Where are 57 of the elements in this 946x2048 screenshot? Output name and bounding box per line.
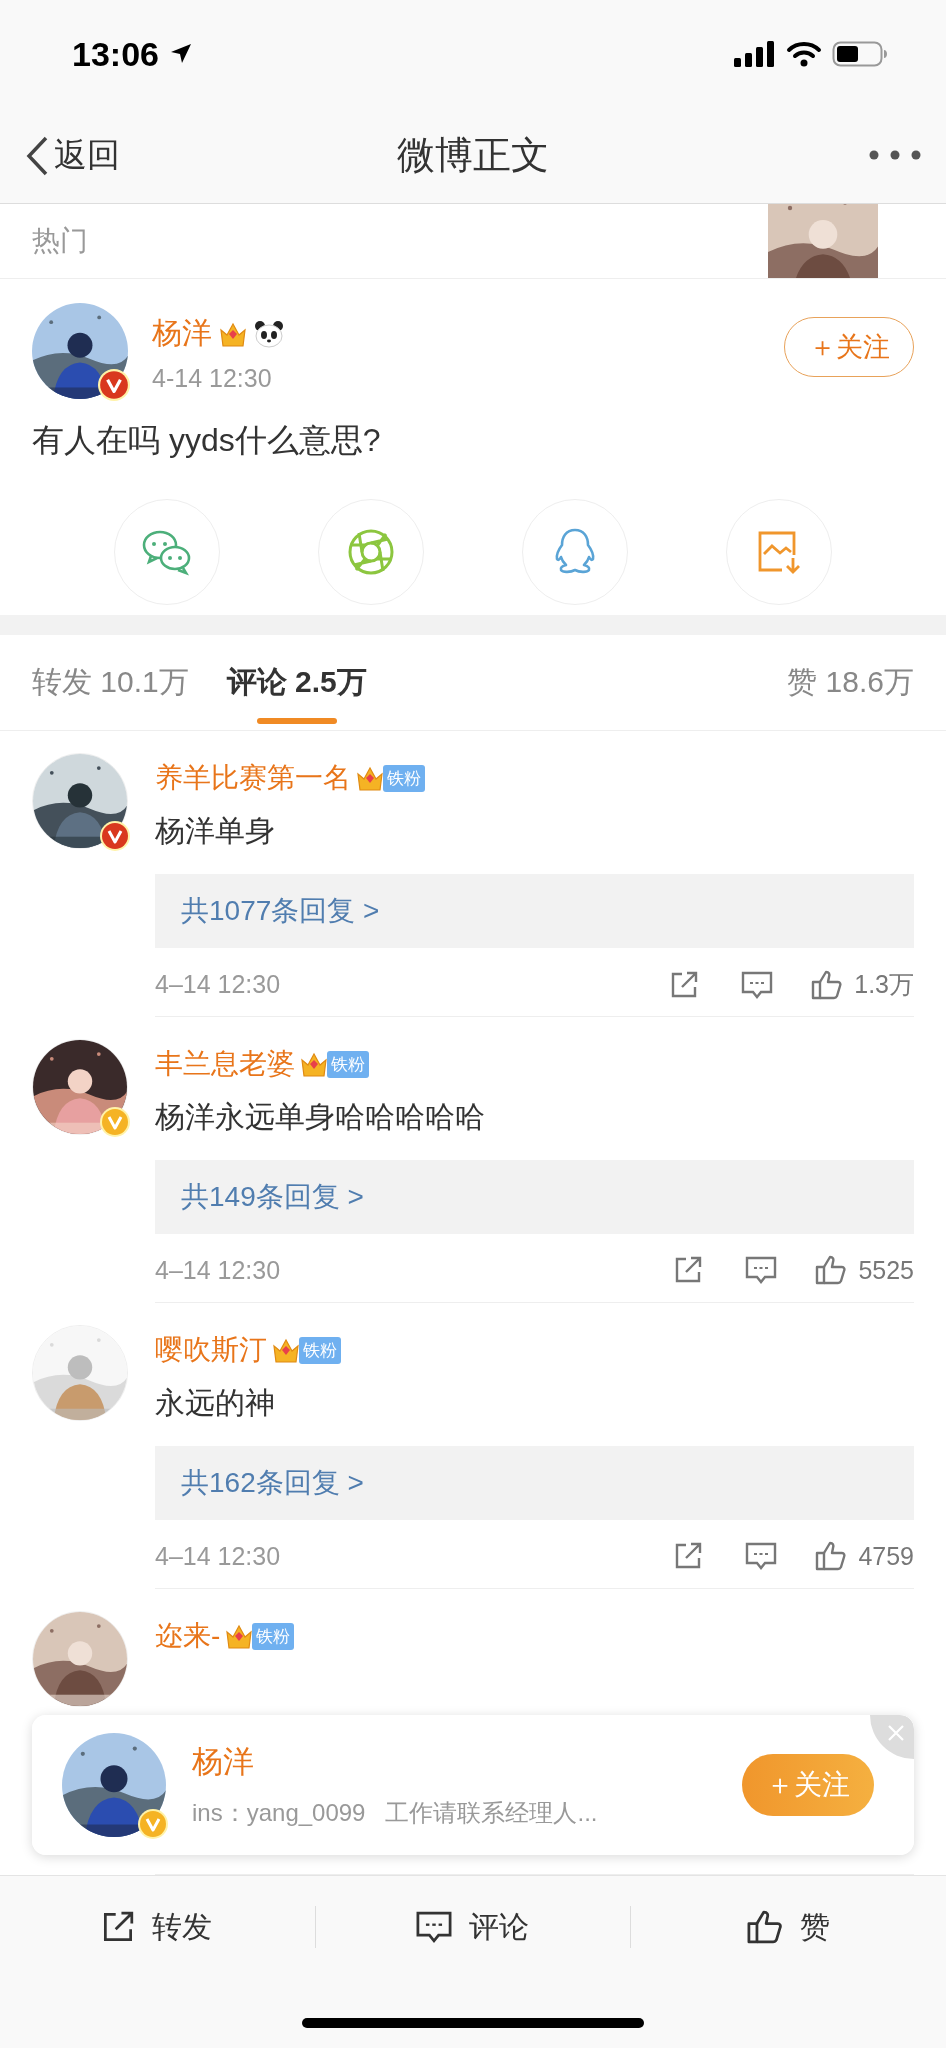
replies-link[interactable]: 共162条回复 > [181,1464,364,1502]
thumbs-up-icon [814,1540,849,1572]
chevron-left-icon [24,134,50,177]
verified-icon [100,821,130,851]
thumbs-up-icon [814,1254,849,1286]
reply-button[interactable] [744,1254,779,1286]
thumbs-up-icon [745,1908,785,1946]
reply-button[interactable] [744,1540,779,1572]
like-button[interactable]: 1.3万 [810,968,914,1001]
close-icon [886,1723,906,1743]
comment-icon [744,1254,779,1286]
like-button[interactable]: 赞 [631,1906,946,1948]
author-name[interactable]: 杨洋 [152,313,212,354]
battery-icon [832,40,888,68]
replies-link[interactable]: 共1077条回复 > [181,892,380,930]
post-text: 有人在吗 yyds什么意思? [32,421,382,460]
tab[interactable]: 评论 2.5万 [226,635,367,730]
chat-bubbles-icon [141,528,193,576]
tab[interactable]: 赞 18.6万 [787,635,914,730]
replies-link[interactable]: 共149条回复 > [181,1178,364,1216]
repost-button[interactable]: 转发 [0,1906,315,1948]
commenter-name[interactable]: 丰兰息老婆 [155,1045,295,1083]
clock: 13:06 [72,34,159,74]
comment-time: 4–14 12:30 [155,970,282,999]
comment-text: 杨洋单身 [155,813,276,849]
post-time: 4-14 12:30 [152,364,273,393]
comment-time: 4–14 12:30 [155,1541,282,1571]
fan-badge: 铁粉 [327,1050,369,1078]
verified-icon [100,1107,130,1137]
verified-icon [138,1809,168,1839]
like-button[interactable]: 5525 [814,1254,914,1286]
verified-icon [98,369,130,401]
comment-text: 永远的神 [155,1385,276,1421]
tab[interactable]: 转发 10.1万 [32,635,189,730]
signal-icon [734,40,776,68]
thumbs-up-icon [810,968,845,1001]
commenter-name[interactable]: 迩来- [155,1617,221,1655]
follow-button[interactable]: ＋关注 [742,1754,874,1816]
comment-button[interactable]: 评论 [315,1906,631,1948]
fan-badge: 铁粉 [299,1336,341,1364]
panda-icon [254,319,284,348]
commenter-name[interactable]: 嘤吹斯汀 [155,1331,267,1369]
back-button[interactable]: 返回 [24,133,120,178]
like-button[interactable]: 4759 [814,1540,914,1572]
page-title: 微博正文 [397,134,549,176]
more-icon [868,148,922,161]
comment-text: 杨洋永远单身哈哈哈哈哈 [155,1099,486,1135]
wifi-icon [786,40,822,68]
fan-badge: 铁粉 [383,764,425,792]
account-bio: ins：yang_0099 工作请联系经理人... [192,1798,599,1828]
comment-icon [744,1540,779,1572]
aperture-icon [346,527,396,577]
account-name[interactable]: 杨洋 [192,1741,716,1783]
section-label: 热门 [32,224,89,258]
commenter-name[interactable]: 养羊比赛第一名 [155,759,351,797]
fan-badge: 铁粉 [252,1622,295,1650]
comment-time: 4–14 12:30 [155,1255,282,1285]
